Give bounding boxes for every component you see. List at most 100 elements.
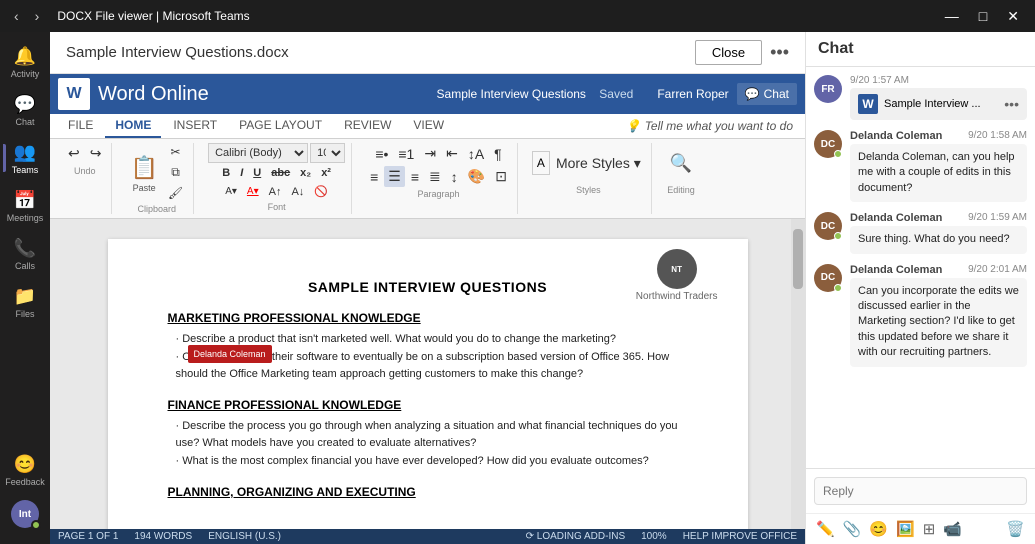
word-icon-small: W bbox=[858, 94, 878, 114]
northwind-label: Northwind Traders bbox=[636, 291, 718, 302]
format-button[interactable]: ✏️ bbox=[814, 518, 837, 540]
giphy-button[interactable]: 🖼️ bbox=[894, 518, 917, 540]
chat-label: Chat bbox=[764, 87, 789, 101]
more-styles-button[interactable]: More Styles ▾ bbox=[552, 153, 645, 174]
tell-me-box[interactable]: 💡 Tell me what you want to do bbox=[622, 115, 797, 137]
msg-content-3: Delanda Coleman 9/20 1:59 AM Sure thing.… bbox=[850, 212, 1027, 253]
page-info: PAGE 1 OF 1 bbox=[58, 531, 118, 542]
sidebar-label-activity: Activity bbox=[11, 69, 40, 79]
sort-button[interactable]: ↕A bbox=[464, 144, 488, 164]
justify-button[interactable]: ≣ bbox=[425, 166, 445, 187]
clear-format-button[interactable]: 🚫 bbox=[310, 183, 332, 200]
outdent-button[interactable]: ⇤ bbox=[442, 143, 462, 164]
bubble-more-button[interactable]: ••• bbox=[1004, 96, 1019, 112]
sidebar-item-chat[interactable]: 💬 Chat bbox=[3, 88, 47, 132]
align-left-button[interactable]: ≡ bbox=[366, 167, 382, 187]
italic-button[interactable]: I bbox=[236, 165, 247, 181]
undo-label: Undo bbox=[74, 166, 96, 176]
underline-button[interactable]: U bbox=[249, 165, 265, 181]
superscript-button[interactable]: x² bbox=[317, 165, 335, 181]
highlight-button[interactable]: A▾ bbox=[221, 184, 241, 199]
ribbon-group-font: Calibri (Body) 10 B I U abc x₂ x² A▾ A▾ bbox=[202, 143, 352, 214]
sidebar-item-meetings[interactable]: 📅 Meetings bbox=[3, 184, 47, 228]
close-doc-button[interactable]: Close bbox=[695, 40, 762, 65]
indent-button[interactable]: ⇥ bbox=[420, 143, 440, 164]
font-family-select[interactable]: Calibri (Body) bbox=[208, 143, 308, 163]
shading-button[interactable]: 🎨 bbox=[464, 166, 489, 187]
bold-button[interactable]: B bbox=[218, 165, 234, 181]
subscript-button[interactable]: x₂ bbox=[296, 165, 315, 181]
sidebar-label-chat: Chat bbox=[15, 117, 34, 127]
msg-time-4: 9/20 2:01 AM bbox=[968, 264, 1027, 276]
font-size-select[interactable]: 10 bbox=[310, 143, 345, 163]
numbering-button[interactable]: ≡1 bbox=[394, 144, 418, 164]
sidebar-item-activity[interactable]: 🔔 Activity bbox=[3, 40, 47, 84]
window-close-button[interactable]: ✕ bbox=[999, 6, 1027, 27]
font-shrink-button[interactable]: A↓ bbox=[287, 184, 308, 200]
sidebar-item-teams[interactable]: 👥 Teams bbox=[3, 136, 47, 180]
more-options-button[interactable]: ••• bbox=[770, 42, 789, 63]
paragraph-label: Paragraph bbox=[418, 189, 460, 199]
sidebar-item-calls[interactable]: 📞 Calls bbox=[3, 232, 47, 276]
marketing-bullet-2: Office wants all of their software to ev… bbox=[168, 349, 688, 384]
tab-review[interactable]: REVIEW bbox=[334, 114, 401, 138]
font-color-button[interactable]: A▾ bbox=[243, 184, 263, 199]
status-bar: PAGE 1 OF 1 194 WORDS ENGLISH (U.S.) ⟳ L… bbox=[50, 529, 805, 544]
msg-sender-2: Delanda Coleman bbox=[850, 130, 942, 142]
help-label: HELP IMPROVE OFFICE bbox=[683, 531, 797, 542]
strikethrough-button[interactable]: abc bbox=[267, 165, 294, 181]
word-logo: W bbox=[58, 78, 90, 110]
cut-button[interactable]: ✂ bbox=[164, 143, 187, 161]
align-center-button[interactable]: ☰ bbox=[384, 166, 405, 187]
borders-button[interactable]: ⊡ bbox=[491, 166, 511, 187]
word-logo-letter: W bbox=[66, 85, 81, 103]
sidebar-label-meetings: Meetings bbox=[7, 213, 44, 223]
section-marketing-title: MARKETING PROFESSIONAL KNOWLEDGE bbox=[168, 311, 688, 325]
undo-row: ↩ ↪ bbox=[64, 143, 105, 164]
editing-row: 🔍 bbox=[666, 143, 696, 183]
doc-scrollbar[interactable] bbox=[791, 219, 805, 529]
sidebar-item-feedback[interactable]: 😊 Feedback bbox=[3, 448, 47, 492]
sticker-button[interactable]: ⊞ bbox=[921, 518, 938, 540]
chat-toggle-button[interactable]: 💬 Chat bbox=[737, 83, 797, 105]
font-grow-button[interactable]: A↑ bbox=[265, 184, 286, 200]
section-finance-title: FINANCE PROFESSIONAL KNOWLEDGE bbox=[168, 398, 688, 412]
back-button[interactable]: ‹ bbox=[8, 6, 25, 26]
tab-home[interactable]: HOME bbox=[105, 114, 161, 138]
find-button[interactable]: 🔍 bbox=[666, 151, 696, 176]
tab-insert[interactable]: INSERT bbox=[163, 114, 227, 138]
bullets-button[interactable]: ≡• bbox=[371, 144, 392, 164]
delete-button[interactable]: 🗑️ bbox=[1004, 518, 1027, 540]
copy-button[interactable]: ⧉ bbox=[164, 163, 187, 182]
format-painter-button[interactable]: 🖌 bbox=[164, 184, 187, 202]
sidebar-item-user[interactable]: Int bbox=[3, 492, 47, 536]
undo-button[interactable]: ↩ bbox=[64, 143, 84, 164]
show-marks-button[interactable]: ¶ bbox=[490, 144, 506, 164]
tab-file[interactable]: FILE bbox=[58, 114, 103, 138]
paste-button[interactable]: 📋 bbox=[126, 153, 161, 183]
doc-bubble-text: Sample Interview ... bbox=[884, 98, 981, 110]
forward-button[interactable]: › bbox=[29, 6, 46, 26]
maximize-button[interactable]: □ bbox=[971, 6, 995, 27]
doc-header-right: Close ••• bbox=[695, 40, 789, 65]
presence-tag: Delanda Coleman bbox=[188, 345, 272, 363]
title-bar-controls: — □ ✕ bbox=[937, 6, 1027, 27]
emoji-button[interactable]: 😊 bbox=[867, 518, 890, 540]
editing-label: Editing bbox=[667, 185, 695, 195]
font-row1: Calibri (Body) 10 bbox=[208, 143, 345, 163]
minimize-button[interactable]: — bbox=[937, 6, 967, 27]
reply-input[interactable] bbox=[814, 477, 1027, 505]
align-right-button[interactable]: ≡ bbox=[407, 167, 423, 187]
tab-page-layout[interactable]: PAGE LAYOUT bbox=[229, 114, 332, 138]
line-spacing-button[interactable]: ↕ bbox=[447, 167, 462, 187]
video-button[interactable]: 📹 bbox=[941, 518, 964, 540]
language-info: ENGLISH (U.S.) bbox=[208, 531, 281, 542]
sidebar-label-files: Files bbox=[15, 309, 34, 319]
scrollbar-thumb[interactable] bbox=[793, 229, 803, 289]
tab-view[interactable]: VIEW bbox=[403, 114, 454, 138]
para-row1: ≡• ≡1 ⇥ ⇤ ↕A ¶ bbox=[371, 143, 505, 164]
msg-header-2: Delanda Coleman 9/20 1:58 AM bbox=[850, 130, 1027, 144]
sidebar-item-files[interactable]: 📁 Files bbox=[3, 280, 47, 324]
attach-button[interactable]: 📎 bbox=[841, 518, 864, 540]
redo-button[interactable]: ↪ bbox=[86, 143, 106, 164]
